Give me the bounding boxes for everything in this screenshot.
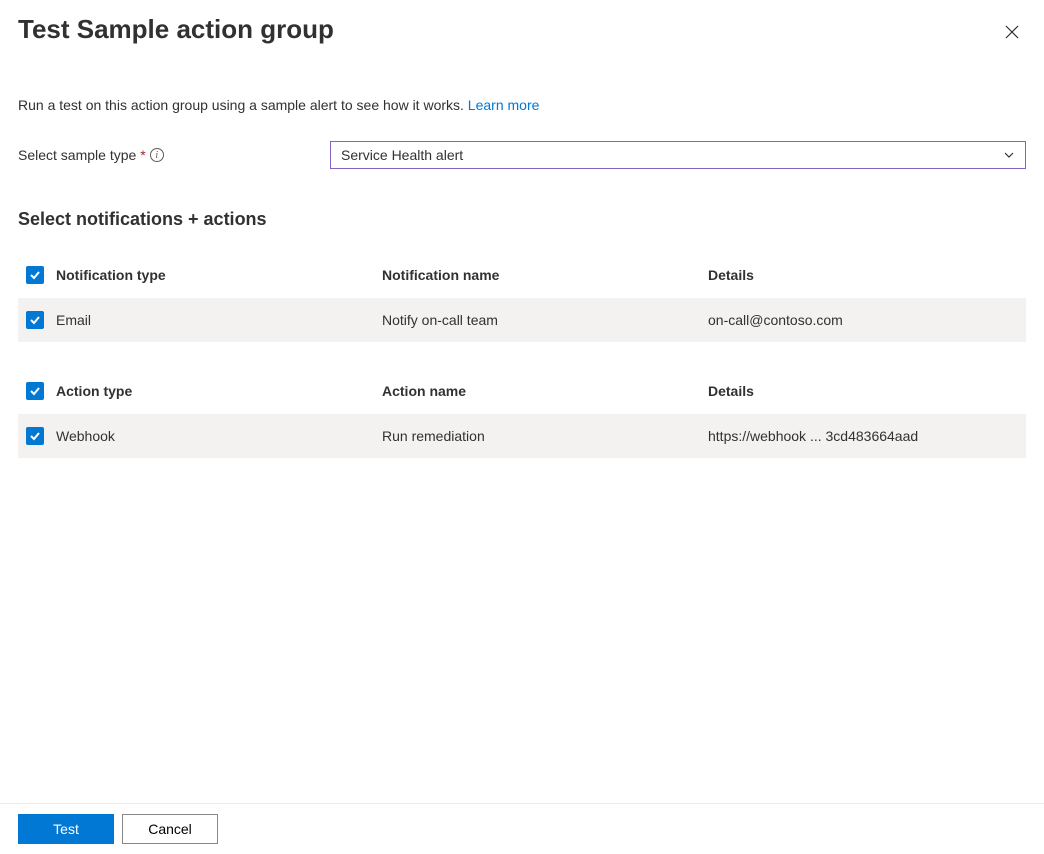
action-type-cell: Webhook [56,428,382,444]
notifications-header-type: Notification type [56,267,382,283]
notification-details-cell: on-call@contoso.com [708,312,1018,328]
check-icon [29,314,41,326]
learn-more-link[interactable]: Learn more [468,97,540,113]
required-indicator: * [140,147,145,163]
sample-type-select[interactable]: Service Health alert [330,141,1026,169]
description-text: Run a test on this action group using a … [18,97,468,113]
actions-header-row: Action type Action name Details [18,370,1026,414]
sample-type-value: Service Health alert [341,147,463,163]
notifications-header-row: Notification type Notification name Deta… [18,254,1026,298]
notifications-header-details: Details [708,267,1018,283]
panel-header: Test Sample action group [18,12,1026,73]
notifications-header-name: Notification name [382,267,708,283]
test-action-group-panel: Test Sample action group Run a test on t… [0,0,1044,854]
actions-header-details: Details [708,383,1018,399]
action-name-cell: Run remediation [382,428,708,444]
sample-type-field: Select sample type * i Service Health al… [18,141,1026,169]
notifications-select-all-checkbox[interactable] [26,266,44,284]
actions-header-name: Action name [382,383,708,399]
section-title: Select notifications + actions [18,209,1026,230]
sample-type-label: Select sample type * i [18,147,330,163]
notification-type-cell: Email [56,312,382,328]
close-icon [1005,25,1019,39]
actions-table: Action type Action name Details Webhook … [18,370,1026,458]
footer: Test Cancel [0,803,1044,854]
chevron-down-icon [1003,149,1015,161]
check-icon [29,430,41,442]
action-details-cell: https://webhook ... 3cd483664aad [708,428,1018,444]
description: Run a test on this action group using a … [18,97,1026,113]
actions-select-all-checkbox[interactable] [26,382,44,400]
table-row: Email Notify on-call team on-call@contos… [18,298,1026,342]
actions-header-type: Action type [56,383,382,399]
sample-type-label-text: Select sample type [18,147,136,163]
info-icon[interactable]: i [150,148,164,162]
table-row: Webhook Run remediation https://webhook … [18,414,1026,458]
notification-name-cell: Notify on-call team [382,312,708,328]
test-button[interactable]: Test [18,814,114,844]
close-button[interactable] [998,18,1026,46]
page-title: Test Sample action group [18,14,334,45]
notifications-table: Notification type Notification name Deta… [18,254,1026,342]
check-icon [29,269,41,281]
check-icon [29,385,41,397]
cancel-button[interactable]: Cancel [122,814,218,844]
action-row-checkbox[interactable] [26,427,44,445]
notification-row-checkbox[interactable] [26,311,44,329]
